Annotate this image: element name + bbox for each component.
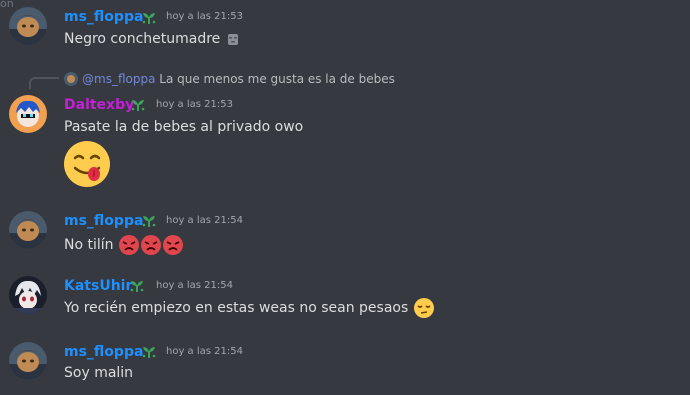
timestamp: hoy a las 21:54 bbox=[166, 215, 243, 226]
timestamp: hoy a las 21:53 bbox=[166, 11, 243, 22]
username[interactable]: ms_floppa bbox=[64, 343, 143, 361]
rage-emoji bbox=[118, 235, 183, 255]
sprout-icon bbox=[142, 216, 156, 227]
message-text-body: No tilín bbox=[64, 237, 114, 253]
reply-avatar bbox=[64, 72, 78, 86]
timestamp: hoy a las 21:54 bbox=[156, 280, 233, 291]
timestamp: hoy a las 21:53 bbox=[156, 99, 233, 110]
message-text: Pasate la de bebes al privado owo bbox=[64, 119, 304, 135]
username[interactable]: ms_floppa bbox=[64, 212, 143, 230]
message-text-body: Yo recién empiezo en estas weas no sean … bbox=[64, 300, 409, 316]
yum-emoji bbox=[64, 141, 110, 187]
previous-message-fragment: ón bbox=[0, 0, 14, 8]
reply-mention[interactable]: @ms_floppa bbox=[82, 72, 155, 86]
pensive-emoji bbox=[413, 298, 434, 318]
moai-emoji bbox=[227, 34, 238, 45]
sprout-icon bbox=[142, 13, 156, 24]
avatar[interactable] bbox=[9, 7, 47, 45]
username[interactable]: Daltexby bbox=[64, 96, 134, 114]
message-text: No tilín bbox=[64, 234, 184, 256]
username[interactable]: KatsUhir bbox=[64, 277, 132, 295]
reply-text: La que menos me gusta es la de bebes bbox=[159, 72, 395, 86]
username[interactable]: ms_floppa bbox=[64, 8, 143, 26]
avatar[interactable] bbox=[9, 342, 47, 380]
timestamp: hoy a las 21:54 bbox=[166, 346, 243, 357]
avatar[interactable] bbox=[9, 211, 47, 249]
message-text: Negro conchetumadre bbox=[64, 30, 241, 48]
message-text: Yo recién empiezo en estas weas no sean … bbox=[64, 297, 435, 319]
sprout-icon bbox=[131, 100, 145, 111]
avatar[interactable] bbox=[9, 95, 47, 133]
avatar[interactable] bbox=[9, 276, 47, 314]
message-text: Soy malin bbox=[64, 365, 134, 381]
sprout-icon bbox=[142, 347, 156, 358]
reply-preview[interactable]: @ms_floppa La que menos me gusta es la d… bbox=[64, 71, 395, 87]
message-text-body: Negro conchetumadre bbox=[64, 31, 221, 47]
sprout-icon bbox=[130, 281, 144, 292]
reply-connector bbox=[29, 77, 59, 89]
